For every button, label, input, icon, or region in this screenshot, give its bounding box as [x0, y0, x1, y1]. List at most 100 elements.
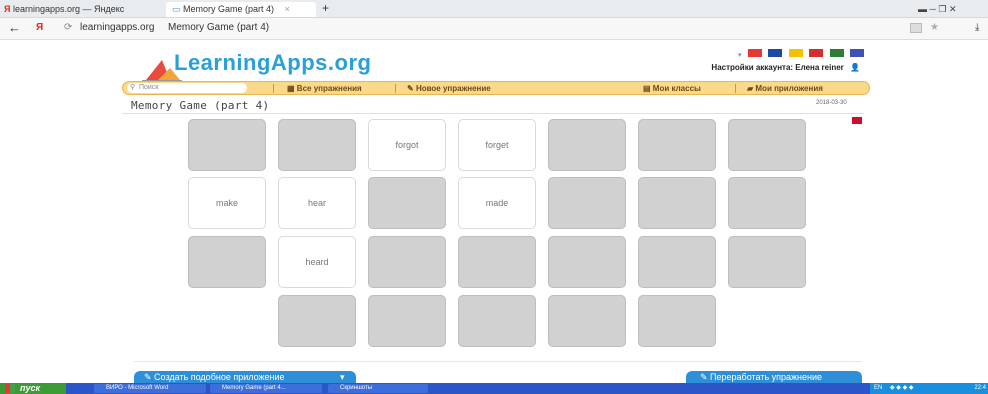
- memory-card[interactable]: [728, 236, 806, 288]
- taskbar-item-word[interactable]: ВИРО - Microsoft Word: [94, 384, 206, 393]
- memory-card[interactable]: [638, 119, 716, 171]
- reload-icon[interactable]: ⟳: [64, 22, 72, 33]
- memory-card[interactable]: [368, 236, 446, 288]
- memory-card[interactable]: [188, 119, 266, 171]
- card-label: forgot: [395, 140, 419, 150]
- card-label: make: [215, 198, 238, 208]
- tray-icons[interactable]: ◆ ◆ ◆ ◆: [890, 385, 913, 391]
- tab-memory-game[interactable]: ▭ Memory Game (part 4) ×: [166, 2, 316, 17]
- memory-card[interactable]: [278, 119, 356, 171]
- pencil-icon: ✎: [700, 372, 711, 382]
- tab-close-icon[interactable]: ×: [285, 4, 290, 14]
- tab-label: Memory Game (part 4): [183, 4, 275, 14]
- nav-label: Мои приложения: [755, 84, 823, 93]
- taskbar-item-screenshots[interactable]: Скриншоты: [328, 384, 428, 393]
- memory-card[interactable]: [278, 295, 356, 347]
- button-label: Переработать упражнение: [710, 372, 823, 382]
- memory-card[interactable]: [638, 295, 716, 347]
- flag-icon[interactable]: [768, 48, 783, 57]
- start-label: пуск: [20, 383, 41, 393]
- memory-card[interactable]: hear: [278, 177, 356, 229]
- language-flags[interactable]: ▾: [738, 44, 865, 59]
- memory-card[interactable]: [188, 236, 266, 288]
- nav-my-apps[interactable]: ▰ Мои приложения: [747, 83, 823, 94]
- memory-card[interactable]: [548, 177, 626, 229]
- memory-card[interactable]: [728, 177, 806, 229]
- flag-icon[interactable]: [850, 48, 865, 57]
- windows-logo-icon: [5, 384, 15, 393]
- nav-divider: [735, 84, 736, 93]
- window-controls[interactable]: ▬ ─ ❐ ✕: [918, 2, 957, 17]
- system-tray: EN ◆ ◆ ◆ ◆ 22:4: [870, 383, 988, 394]
- memory-card[interactable]: [368, 295, 446, 347]
- clock[interactable]: 22:4: [974, 383, 986, 394]
- star-icon[interactable]: ★: [930, 22, 939, 33]
- memory-card[interactable]: made: [458, 177, 536, 229]
- main-nav: ⚲ Поиск ▦ Все упражнения ✎ Новое упражне…: [122, 81, 870, 95]
- memory-card[interactable]: [458, 295, 536, 347]
- nav-new-exercise[interactable]: ✎ Новое упражнение: [407, 83, 491, 94]
- task-label: ВИРО - Microsoft Word: [106, 385, 169, 391]
- memory-card[interactable]: [458, 236, 536, 288]
- language-indicator[interactable]: EN: [874, 385, 882, 391]
- url-domain[interactable]: learningapps.org: [80, 22, 155, 33]
- chevron-down-icon[interactable]: ▾: [738, 52, 742, 59]
- button-label: Создать подобное приложение: [154, 372, 285, 382]
- yandex-logo[interactable]: Я: [36, 22, 43, 33]
- memory-card[interactable]: [548, 119, 626, 171]
- url-title[interactable]: Memory Game (part 4): [168, 22, 269, 33]
- new-tab-button[interactable]: +: [322, 2, 329, 17]
- nav-all-exercises[interactable]: ▦ Все упражнения: [287, 83, 362, 94]
- pencil-icon: ✎: [407, 84, 414, 93]
- nav-label: Новое упражнение: [415, 84, 491, 93]
- memory-card[interactable]: heard: [278, 236, 356, 288]
- start-button[interactable]: пуск: [0, 383, 66, 394]
- account-label[interactable]: Настройки аккаунта: Елена reiner: [711, 63, 843, 72]
- divider: [134, 361, 862, 362]
- memory-card[interactable]: make: [188, 177, 266, 229]
- flag-icon[interactable]: [829, 48, 844, 57]
- page-title: Memory Game (part 4): [131, 99, 270, 112]
- windows-taskbar: пуск ВИРО - Microsoft Word Memory Game (…: [0, 383, 988, 394]
- memory-card[interactable]: [368, 177, 446, 229]
- memory-card[interactable]: [638, 236, 716, 288]
- nav-label: Мои классы: [652, 84, 701, 93]
- nav-my-classes[interactable]: ▤ Мои классы: [643, 83, 701, 94]
- user-icon: 👤: [850, 63, 860, 72]
- site-logo[interactable]: LearningApps.org: [174, 50, 371, 76]
- search-input[interactable]: ⚲ Поиск: [127, 83, 247, 93]
- memory-card[interactable]: [638, 177, 716, 229]
- address-bar: ← Я ⟳ learningapps.org Memory Game (part…: [0, 18, 988, 40]
- flag-icon[interactable]: [747, 48, 762, 57]
- taskbar-item-browser[interactable]: Memory Game (part 4...: [210, 384, 322, 393]
- tab-yandex[interactable]: Я learningapps.org — Яндекс: [4, 2, 124, 17]
- back-arrow-icon[interactable]: ←: [8, 20, 21, 35]
- card-label: heard: [305, 257, 329, 267]
- flag-icon[interactable]: [809, 48, 824, 57]
- card-label: forget: [485, 140, 509, 150]
- tablet-mode-icon[interactable]: [910, 23, 922, 33]
- divider: [122, 113, 864, 114]
- memory-card[interactable]: [548, 236, 626, 288]
- memory-card[interactable]: [548, 295, 626, 347]
- grid-icon: ▦: [287, 84, 295, 93]
- memory-card[interactable]: forgot: [368, 119, 446, 171]
- memory-card[interactable]: forget: [458, 119, 536, 171]
- card-label: hear: [307, 198, 326, 208]
- search-placeholder: Поиск: [139, 84, 159, 91]
- yandex-icon: Я: [4, 4, 11, 14]
- nav-divider: [273, 84, 274, 93]
- tab-label: learningapps.org — Яндекс: [12, 4, 125, 14]
- download-icon[interactable]: ⤓: [975, 22, 979, 33]
- card-label: made: [485, 198, 509, 208]
- memory-card[interactable]: [728, 119, 806, 171]
- edit-icon: ✎: [144, 372, 155, 382]
- nav-divider: [395, 84, 396, 93]
- account-settings[interactable]: Настройки аккаунта: Елена reiner 👤: [711, 63, 860, 72]
- flag-icon[interactable]: [788, 48, 803, 57]
- search-icon: ⚲: [130, 84, 136, 91]
- classes-icon: ▤: [643, 84, 651, 93]
- exercise-date: 2018-03-30: [816, 100, 847, 106]
- uk-flag-icon[interactable]: [852, 117, 862, 124]
- task-label: Скриншоты: [340, 385, 373, 391]
